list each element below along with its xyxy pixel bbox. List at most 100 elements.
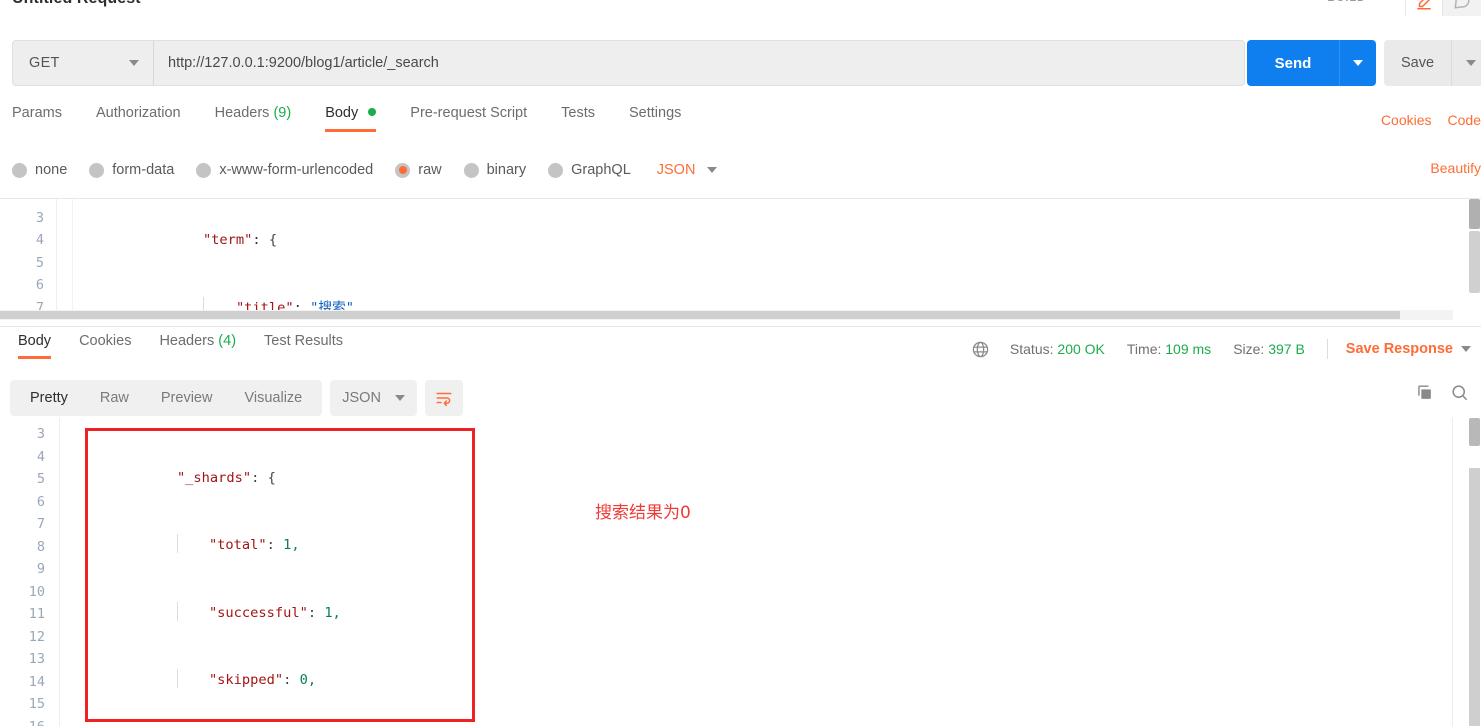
copy-icon[interactable] bbox=[1415, 383, 1434, 402]
tab-label: Body bbox=[18, 333, 52, 349]
response-tab-test-results[interactable]: Test Results bbox=[264, 333, 343, 359]
http-method-select[interactable]: GET bbox=[12, 40, 154, 86]
line-number: 3 bbox=[36, 426, 45, 442]
tab-tests[interactable]: Tests bbox=[561, 105, 595, 132]
tab-headers[interactable]: Headers (9) bbox=[215, 105, 292, 132]
build-mode-label: BUILD bbox=[1327, 0, 1366, 4]
comment-icon bbox=[1453, 0, 1471, 10]
body-format-label: JSON bbox=[656, 162, 696, 178]
radio-label: raw bbox=[418, 162, 442, 178]
response-vscrollbar[interactable] bbox=[1468, 418, 1481, 726]
line-number: 5 bbox=[36, 471, 45, 487]
request-editor-vscrollbar[interactable] bbox=[1468, 199, 1481, 320]
body-type-none[interactable]: none bbox=[12, 162, 67, 178]
line-number: 12 bbox=[28, 628, 45, 645]
line-number: 4 bbox=[35, 232, 44, 249]
chevron-down-icon bbox=[707, 167, 718, 173]
response-format-label: JSON bbox=[342, 390, 381, 406]
response-format-toolbar: Pretty Raw Preview Visualize JSON bbox=[10, 380, 463, 416]
tab-params[interactable]: Params bbox=[12, 105, 62, 132]
tab-settings[interactable]: Settings bbox=[629, 105, 681, 132]
response-fold-column[interactable] bbox=[60, 418, 78, 726]
response-meta: Status: 200 OK Time: 109 ms Size: 397 B … bbox=[971, 339, 1481, 359]
json-sep: : bbox=[266, 537, 284, 553]
json-key: "skipped" bbox=[208, 672, 284, 688]
body-type-binary[interactable]: binary bbox=[463, 162, 526, 178]
word-wrap-button[interactable] bbox=[424, 380, 463, 416]
word-wrap-icon bbox=[434, 389, 454, 407]
scrollbar-thumb[interactable] bbox=[0, 311, 1400, 319]
json-value: 0, bbox=[299, 672, 317, 688]
radio-icon bbox=[196, 162, 212, 178]
beautify-link[interactable]: Beautify bbox=[1430, 160, 1481, 176]
code-line: "total": 1, bbox=[78, 512, 1428, 580]
chevron-down-icon[interactable] bbox=[1461, 346, 1471, 352]
tab-label: Pre-request Script bbox=[410, 105, 528, 121]
response-code[interactable]: "timed_out": false, "_shards": { "total"… bbox=[78, 418, 1428, 726]
send-button[interactable]: Send bbox=[1247, 40, 1339, 86]
tab-authorization[interactable]: Authorization bbox=[96, 105, 181, 132]
response-tabs: Body Cookies Headers (4) Test Results bbox=[4, 333, 357, 359]
cookies-link[interactable]: Cookies bbox=[1381, 112, 1432, 128]
save-button[interactable]: Save bbox=[1384, 40, 1451, 86]
tab-label: Test Results bbox=[264, 333, 344, 349]
view-pretty[interactable]: Pretty bbox=[14, 380, 84, 416]
tab-pre-request-script[interactable]: Pre-request Script bbox=[410, 105, 527, 132]
save-options-button[interactable] bbox=[1451, 40, 1481, 86]
tab-label: Settings bbox=[628, 105, 682, 121]
response-format-select[interactable]: JSON bbox=[330, 380, 417, 416]
body-type-x-www-form-urlencoded[interactable]: x-www-form-urlencoded bbox=[196, 162, 373, 178]
response-tab-cookies[interactable]: Cookies bbox=[79, 333, 131, 359]
response-gutter: 3 4 5 6 7 8 9 10 11 12 13 14 15 16 bbox=[0, 418, 60, 726]
url-input[interactable]: http://127.0.0.1:9200/blog1/article/_sea… bbox=[154, 40, 1245, 86]
request-header-links: Cookies Code bbox=[1381, 112, 1481, 128]
send-options-button[interactable] bbox=[1339, 40, 1376, 86]
scrollbar-thumb[interactable] bbox=[1469, 418, 1480, 446]
view-preview[interactable]: Preview bbox=[145, 380, 229, 416]
request-editor-fold-column[interactable] bbox=[57, 199, 73, 320]
json-sep: : bbox=[252, 232, 269, 249]
code-line: "failed": 0 bbox=[78, 714, 1428, 726]
response-view-segment: Pretty Raw Preview Visualize bbox=[10, 380, 323, 416]
body-format-select[interactable]: JSON bbox=[657, 162, 718, 178]
status-label: Status: bbox=[1009, 341, 1054, 357]
response-body-viewer[interactable]: 3 4 5 6 7 8 9 10 11 12 13 14 15 16 "time… bbox=[0, 418, 1481, 726]
scrollbar-thumb[interactable] bbox=[1469, 199, 1480, 229]
edit-mode-button[interactable] bbox=[1405, 0, 1443, 16]
line-number: 6 bbox=[36, 493, 45, 510]
scrollbar-track-thumb[interactable] bbox=[1469, 231, 1480, 293]
body-type-raw[interactable]: raw bbox=[395, 162, 442, 178]
search-icon[interactable] bbox=[1450, 383, 1469, 402]
body-type-form-data[interactable]: form-data bbox=[89, 162, 174, 178]
chevron-down-icon bbox=[394, 395, 405, 401]
code-link[interactable]: Code bbox=[1448, 112, 1481, 128]
response-header-bar: Body Cookies Headers (4) Test Results St… bbox=[0, 326, 1481, 374]
json-value: { bbox=[268, 232, 278, 249]
view-raw[interactable]: Raw bbox=[84, 380, 145, 416]
body-type-graphql[interactable]: GraphQL bbox=[548, 162, 631, 178]
response-tab-headers[interactable]: Headers (4) bbox=[159, 333, 236, 359]
globe-icon[interactable] bbox=[971, 340, 990, 359]
comment-button[interactable] bbox=[1443, 0, 1481, 16]
request-editor-code[interactable]: "term": { "title": "搜索" } } } bbox=[73, 199, 1453, 320]
tab-label: Headers bbox=[214, 105, 270, 121]
tab-label: Tests bbox=[561, 105, 595, 121]
chevron-down-icon bbox=[1353, 60, 1363, 66]
request-editor-hscrollbar[interactable] bbox=[0, 310, 1453, 320]
view-visualize[interactable]: Visualize bbox=[228, 380, 318, 416]
json-value: 1, bbox=[283, 537, 300, 553]
request-body-editor[interactable]: 3 4 5 6 7 "term": { "title": "搜索" } } } bbox=[0, 198, 1481, 320]
radio-label: none bbox=[35, 162, 68, 178]
url-text: http://127.0.0.1:9200/blog1/article/_sea… bbox=[168, 55, 439, 71]
radio-label: GraphQL bbox=[571, 162, 631, 178]
time-label: Time: bbox=[1126, 341, 1162, 357]
tab-body[interactable]: Body bbox=[325, 105, 377, 132]
save-response-button[interactable]: Save Response bbox=[1346, 341, 1453, 357]
response-tab-body[interactable]: Body bbox=[18, 333, 52, 359]
scrollbar-track[interactable] bbox=[1469, 468, 1480, 726]
json-value: { bbox=[267, 469, 276, 486]
tab-label: Params bbox=[12, 105, 62, 121]
request-editor-gutter: 3 4 5 6 7 bbox=[0, 199, 57, 320]
line-number: 3 bbox=[35, 210, 44, 226]
code-line: "successful": 1, bbox=[78, 579, 1428, 647]
